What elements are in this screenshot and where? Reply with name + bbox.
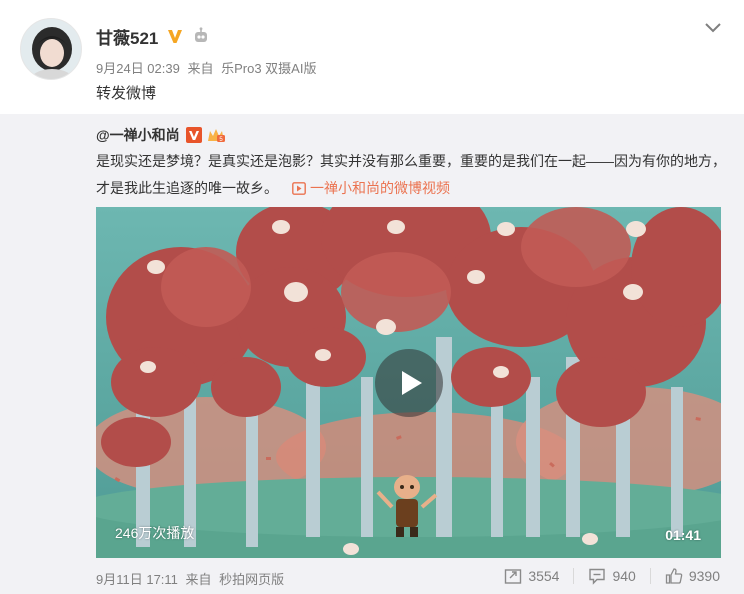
divider xyxy=(573,568,575,584)
action-bar: 3554 940 9390 xyxy=(504,567,720,585)
video-link[interactable]: 一禅小和尚的微博视频 xyxy=(292,180,450,196)
divider xyxy=(649,568,651,584)
video-duration: 01:41 xyxy=(665,527,701,543)
orig-meta: 9月11日 17:11 来自 秒拍网页版 xyxy=(96,569,288,588)
verified-v-icon xyxy=(168,30,183,43)
like-button[interactable]: 9390 xyxy=(665,567,720,585)
orig-author-row: @一禅小和尚 5 xyxy=(96,124,226,146)
comment-button[interactable]: 940 xyxy=(588,567,636,585)
video-view-count: 246万次播放 xyxy=(115,525,195,541)
user-name[interactable]: 甘薇521 xyxy=(96,24,158,49)
orig-date[interactable]: 9月11日 17:11 xyxy=(96,572,178,587)
post-meta: 9月24日 02:39 来自 乐Pro3 双摄AI版 xyxy=(96,58,320,77)
avatar[interactable] xyxy=(20,18,82,80)
video-link-icon xyxy=(292,182,306,195)
play-button[interactable] xyxy=(375,349,443,417)
orig-text: 是现实还是梦境？是真实还是泡影？其实并没有那么重要，重要的是我们在一起——因为有… xyxy=(96,148,726,202)
weibo-card: 甘薇521 9月24日 02:39 来自 乐Pro3 双摄AI版 转发微博 @一… xyxy=(0,0,744,594)
orig-author-name[interactable]: @一禅小和尚 xyxy=(96,125,180,145)
user-row: 甘薇521 xyxy=(96,22,210,50)
like-count: 9390 xyxy=(688,568,720,584)
post-source-prefix: 来自 xyxy=(187,61,214,76)
post-text: 转发微博 xyxy=(96,85,157,102)
orig-source-prefix: 来自 xyxy=(185,572,212,587)
post-date[interactable]: 9月24日 02:39 xyxy=(96,61,180,76)
chevron-down-icon[interactable] xyxy=(702,16,724,38)
verified-v-icon xyxy=(185,127,202,143)
thumbs-up-icon xyxy=(665,568,683,584)
robot-icon xyxy=(195,27,208,42)
video-player[interactable]: 246万次播放 01:41 xyxy=(96,207,721,558)
repost-button[interactable]: 3554 xyxy=(504,567,559,585)
retweet-box: @一禅小和尚 5 是现实还是梦境？是真实还是泡影？其实并没有那么重要，重要的是我… xyxy=(0,114,744,594)
comment-count: 940 xyxy=(612,568,636,584)
repost-icon xyxy=(505,569,522,584)
comment-icon xyxy=(589,568,606,585)
post-source[interactable]: 乐Pro3 双摄AI版 xyxy=(221,61,316,76)
orig-source[interactable]: 秒拍网页版 xyxy=(219,572,284,587)
video-link-label[interactable]: 一禅小和尚的微博视频 xyxy=(310,180,450,196)
play-icon xyxy=(402,371,422,395)
repost-count: 3554 xyxy=(528,568,560,584)
level-badge-icon: 5 xyxy=(207,129,225,143)
